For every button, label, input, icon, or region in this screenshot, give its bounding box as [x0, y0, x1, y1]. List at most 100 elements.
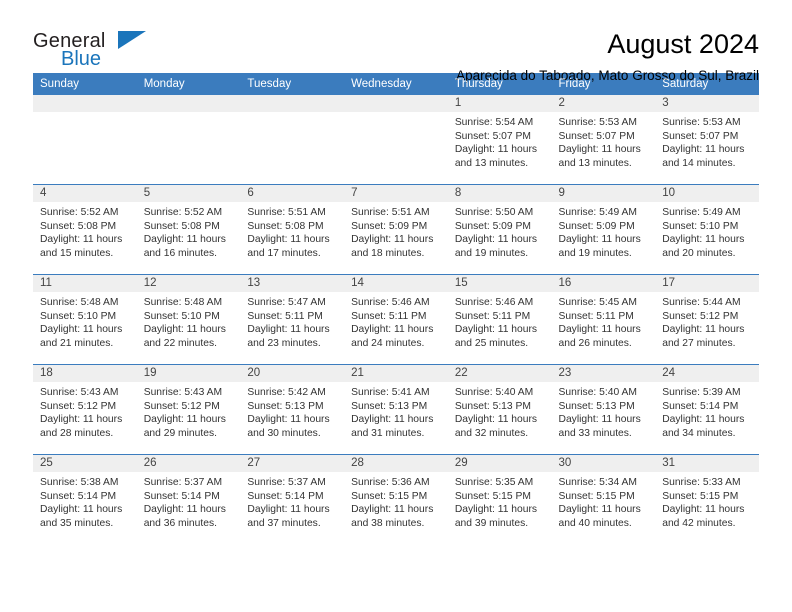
- calendar-day-cell[interactable]: 5 Sunrise: 5:52 AM Sunset: 5:08 PM Daylight…: [136, 184, 241, 275]
- calendar-day-cell[interactable]: 11 Sunrise: 5:48 AM Sunset: 5:10 PM Dayligh…: [33, 274, 137, 365]
- sunrise-text: Sunrise: 5:42 AM: [247, 387, 326, 398]
- day-number: 18: [33, 365, 137, 382]
- calendar-day-cell[interactable]: 28 Sunrise: 5:36 AM Sunset: 5:15 PM Dayligh…: [344, 454, 448, 544]
- calendar-day-cell[interactable]: 12 Sunrise: 5:48 AM Sunset: 5:10 PM Dayligh…: [136, 274, 241, 365]
- calendar-day-cell[interactable]: 23 Sunrise: 5:40 AM Sunset: 5:13 PM Dayligh…: [551, 364, 656, 455]
- calendar-day-cell[interactable]: 20 Sunrise: 5:42 AM Sunset: 5:13 PM Dayligh…: [240, 364, 345, 455]
- day-details: Sunrise: 5:37 AM Sunset: 5:14 PM Daylight:…: [240, 472, 344, 530]
- day-details: Sunrise: 5:49 AM Sunset: 5:10 PM Daylight:…: [655, 202, 759, 260]
- day-number: 13: [240, 275, 345, 292]
- sunrise-text: Sunrise: 5:38 AM: [40, 477, 119, 488]
- day-box: 26 Sunrise: 5:37 AM Sunset: 5:14 PM Dayligh…: [136, 455, 241, 544]
- calendar-day-cell[interactable]: 22 Sunrise: 5:40 AM Sunset: 5:13 PM Dayligh…: [447, 364, 552, 455]
- sunrise-text: Sunrise: 5:47 AM: [247, 297, 326, 308]
- calendar-day-cell[interactable]: 13 Sunrise: 5:47 AM Sunset: 5:11 PM Dayligh…: [240, 274, 345, 365]
- sunrise-text: Sunrise: 5:48 AM: [143, 297, 223, 308]
- sunset-text: Sunset: 5:12 PM: [662, 310, 739, 322]
- daylight-text-line1: Daylight: 11 hours: [351, 234, 434, 246]
- day-details: Sunrise: 5:34 AM Sunset: 5:15 PM Daylight:…: [552, 472, 656, 530]
- calendar-day-cell[interactable]: 2 Sunrise: 5:53 AM Sunset: 5:07 PM Daylight…: [551, 95, 656, 185]
- daylight-text-line1: Daylight: 11 hours: [40, 234, 123, 246]
- day-box: 8 Sunrise: 5:50 AM Sunset: 5:09 PM Daylight…: [447, 185, 552, 274]
- calendar-day-cell[interactable]: 30 Sunrise: 5:34 AM Sunset: 5:15 PM Dayligh…: [551, 454, 656, 544]
- day-box: [344, 95, 448, 184]
- calendar-day-cell[interactable]: 7 Sunrise: 5:51 AM Sunset: 5:09 PM Daylight…: [344, 184, 448, 275]
- daylight-text-line1: Daylight: 11 hours: [558, 414, 641, 426]
- day-box: 24 Sunrise: 5:39 AM Sunset: 5:14 PM Dayligh…: [655, 365, 759, 454]
- day-details: Sunrise: 5:46 AM Sunset: 5:11 PM Daylight:…: [344, 292, 448, 350]
- calendar-day-cell[interactable]: 4 Sunrise: 5:52 AM Sunset: 5:08 PM Daylight…: [33, 184, 137, 275]
- calendar-day-cell[interactable]: 26 Sunrise: 5:37 AM Sunset: 5:14 PM Dayligh…: [136, 454, 241, 544]
- calendar-day-cell[interactable]: 29 Sunrise: 5:35 AM Sunset: 5:15 PM Dayligh…: [447, 454, 552, 544]
- sunset-text: Sunset: 5:15 PM: [662, 490, 739, 502]
- daylight-text-line2: and 15 minutes.: [40, 247, 114, 259]
- daylight-text-line1: Daylight: 11 hours: [454, 414, 538, 426]
- sunset-text: Sunset: 5:14 PM: [143, 490, 220, 502]
- day-number: 16: [551, 275, 656, 292]
- calendar-day-cell-empty: [344, 95, 448, 185]
- calendar-week-row: 25 Sunrise: 5:38 AM Sunset: 5:14 PM Dayligh…: [33, 454, 759, 544]
- calendar-day-cell[interactable]: 25 Sunrise: 5:38 AM Sunset: 5:14 PM Dayligh…: [33, 454, 137, 544]
- calendar-day-cell[interactable]: 1 Sunrise: 5:54 AM Sunset: 5:07 PM Daylight…: [447, 95, 552, 185]
- daylight-text-line2: and 17 minutes.: [247, 247, 321, 259]
- calendar-day-cell[interactable]: 24 Sunrise: 5:39 AM Sunset: 5:14 PM Dayligh…: [655, 364, 759, 455]
- page-header: General Blue August 2024 Aparecida do Ta…: [33, 0, 759, 83]
- sunrise-text: Sunrise: 5:39 AM: [662, 387, 741, 398]
- calendar-day-cell-empty: [240, 95, 345, 185]
- day-number: 2: [551, 95, 656, 112]
- daylight-text-line2: and 35 minutes.: [40, 517, 114, 529]
- sunset-text: Sunset: 5:08 PM: [40, 220, 117, 232]
- calendar-day-cell[interactable]: 3 Sunrise: 5:53 AM Sunset: 5:07 PM Daylight…: [655, 95, 759, 185]
- calendar-week-row: 18 Sunrise: 5:43 AM Sunset: 5:12 PM Dayligh…: [33, 364, 759, 455]
- calendar-day-cell[interactable]: 9 Sunrise: 5:49 AM Sunset: 5:09 PM Daylight…: [551, 184, 656, 275]
- daylight-text-line2: and 42 minutes.: [662, 517, 736, 529]
- daylight-text-line1: Daylight: 11 hours: [558, 234, 641, 246]
- calendar-day-cell[interactable]: 16 Sunrise: 5:45 AM Sunset: 5:11 PM Dayligh…: [551, 274, 656, 365]
- sunset-text: Sunset: 5:15 PM: [558, 490, 635, 502]
- day-number: [136, 95, 241, 112]
- daylight-text-line1: Daylight: 11 hours: [40, 504, 123, 516]
- calendar-day-cell[interactable]: 14 Sunrise: 5:46 AM Sunset: 5:11 PM Dayligh…: [344, 274, 448, 365]
- sunset-text: Sunset: 5:13 PM: [454, 400, 531, 412]
- general-blue-logo[interactable]: General Blue: [33, 28, 153, 74]
- day-number: 23: [551, 365, 656, 382]
- daylight-text-line2: and 13 minutes.: [558, 157, 632, 169]
- sunrise-text: Sunrise: 5:41 AM: [351, 387, 430, 398]
- calendar-day-cell[interactable]: 19 Sunrise: 5:43 AM Sunset: 5:12 PM Dayligh…: [136, 364, 241, 455]
- day-details: Sunrise: 5:40 AM Sunset: 5:13 PM Daylight:…: [552, 382, 656, 440]
- sunset-text: Sunset: 5:07 PM: [662, 130, 739, 142]
- sunset-text: Sunset: 5:11 PM: [247, 310, 323, 322]
- daylight-text-line2: and 13 minutes.: [454, 157, 529, 169]
- day-number: 1: [447, 95, 552, 112]
- calendar-day-cell[interactable]: 27 Sunrise: 5:37 AM Sunset: 5:14 PM Dayligh…: [240, 454, 345, 544]
- sunset-text: Sunset: 5:11 PM: [351, 310, 427, 322]
- day-box: 2 Sunrise: 5:53 AM Sunset: 5:07 PM Daylight…: [551, 95, 656, 184]
- sunrise-text: Sunrise: 5:43 AM: [143, 387, 223, 398]
- calendar-day-cell[interactable]: 17 Sunrise: 5:44 AM Sunset: 5:12 PM Dayligh…: [655, 274, 759, 365]
- sunset-text: Sunset: 5:13 PM: [558, 400, 635, 412]
- calendar-day-cell[interactable]: 15 Sunrise: 5:46 AM Sunset: 5:11 PM Dayligh…: [447, 274, 552, 365]
- day-details: Sunrise: 5:52 AM Sunset: 5:08 PM Daylight:…: [33, 202, 137, 260]
- day-box: 31 Sunrise: 5:33 AM Sunset: 5:15 PM Dayligh…: [655, 455, 759, 544]
- day-details: Sunrise: 5:43 AM Sunset: 5:12 PM Daylight:…: [137, 382, 241, 440]
- daylight-text-line1: Daylight: 11 hours: [351, 504, 434, 516]
- calendar-day-cell[interactable]: 21 Sunrise: 5:41 AM Sunset: 5:13 PM Dayligh…: [344, 364, 448, 455]
- sunset-text: Sunset: 5:13 PM: [247, 400, 324, 412]
- calendar-day-cell[interactable]: 10 Sunrise: 5:49 AM Sunset: 5:10 PM Dayligh…: [655, 184, 759, 275]
- day-details: Sunrise: 5:48 AM Sunset: 5:10 PM Daylight:…: [137, 292, 241, 350]
- sunset-text: Sunset: 5:13 PM: [351, 400, 428, 412]
- day-box: 13 Sunrise: 5:47 AM Sunset: 5:11 PM Dayligh…: [240, 275, 345, 364]
- daylight-text-line1: Daylight: 11 hours: [662, 324, 745, 336]
- daylight-text-line1: Daylight: 11 hours: [247, 234, 330, 246]
- calendar-day-cell[interactable]: 8 Sunrise: 5:50 AM Sunset: 5:09 PM Daylight…: [447, 184, 552, 275]
- sunset-text: Sunset: 5:12 PM: [143, 400, 220, 412]
- day-box: 28 Sunrise: 5:36 AM Sunset: 5:15 PM Dayligh…: [344, 455, 448, 544]
- calendar-day-cell[interactable]: 31 Sunrise: 5:33 AM Sunset: 5:15 PM Dayligh…: [655, 454, 759, 544]
- sunset-text: Sunset: 5:07 PM: [454, 130, 531, 142]
- day-number: 21: [344, 365, 448, 382]
- calendar-day-cell[interactable]: 6 Sunrise: 5:51 AM Sunset: 5:08 PM Daylight…: [240, 184, 345, 275]
- day-box: 25 Sunrise: 5:38 AM Sunset: 5:14 PM Dayligh…: [33, 455, 137, 544]
- calendar-day-cell[interactable]: 18 Sunrise: 5:43 AM Sunset: 5:12 PM Dayligh…: [33, 364, 137, 455]
- day-number: 5: [136, 185, 241, 202]
- triangle-icon: [118, 31, 146, 49]
